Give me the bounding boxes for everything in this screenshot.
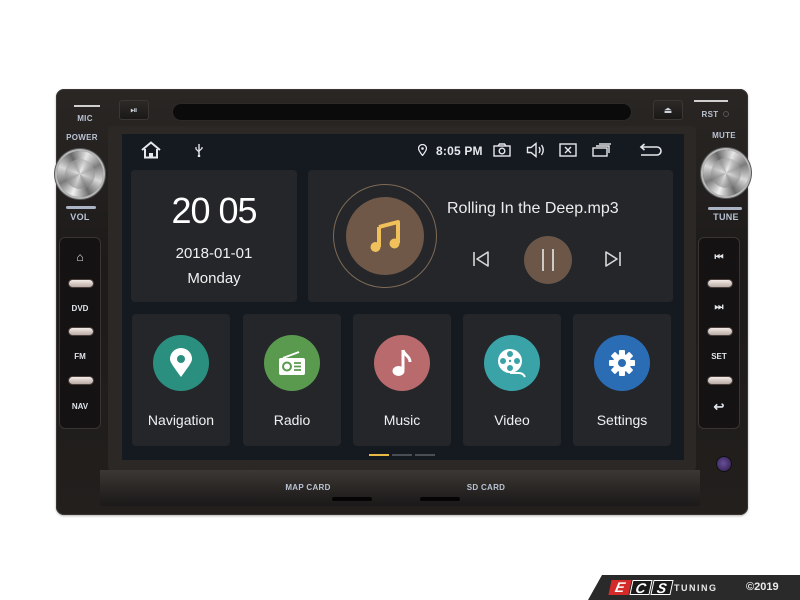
lower-bezel <box>100 470 700 506</box>
film-reel-icon <box>498 349 526 378</box>
touch-screen: 8:05 PM 20 05 2018-01-01 Monday Rolling … <box>122 134 684 460</box>
clock-date: 2018-01-01 <box>175 245 253 262</box>
tune-arc <box>708 207 742 210</box>
set-button[interactable]: SET <box>699 352 739 361</box>
prev-track-button[interactable]: ⏮ <box>699 252 739 263</box>
next-track-icon: ⏭ <box>714 302 724 313</box>
map-card-label: MAP CARD <box>285 483 331 492</box>
volume-knob[interactable] <box>57 151 103 197</box>
page-dot-active[interactable] <box>369 454 389 456</box>
mic-indicator <box>74 105 100 107</box>
watermark-copyright: ©2019 <box>746 581 779 593</box>
next-button[interactable] <box>600 246 626 272</box>
play-pause-button[interactable]: ⏯ <box>119 100 149 120</box>
gear-icon <box>609 350 635 376</box>
right-pill-1 <box>708 280 732 287</box>
watermark-tuning: TUNING <box>674 583 718 593</box>
usb-icon <box>195 144 203 157</box>
tune-knob[interactable] <box>703 150 749 196</box>
skip-next-icon <box>605 251 621 267</box>
skip-previous-icon <box>473 251 489 267</box>
status-bar: 8:05 PM <box>122 134 684 166</box>
music-widget[interactable]: Rolling In the Deep.mp3 <box>308 170 673 302</box>
app-video[interactable]: Video <box>463 314 561 446</box>
radio-icon <box>279 351 305 375</box>
previous-button[interactable] <box>468 246 494 272</box>
back-icon: ↩ <box>713 399 725 414</box>
watermark-letter-s: S <box>650 580 674 596</box>
track-title: Rolling In the Deep.mp3 <box>447 200 619 217</box>
clock-time: 20 05 <box>171 190 257 231</box>
clock-weekday: Monday <box>187 270 241 287</box>
clock-widget[interactable]: 20 05 2018-01-01 Monday <box>131 170 297 302</box>
left-button-panel: ⌂ DVD FM NAV <box>59 237 101 429</box>
left-pill-1 <box>69 280 93 287</box>
app-music[interactable]: Music <box>353 314 451 446</box>
home-hard-button[interactable]: ⌂ <box>60 250 100 264</box>
close-window-icon[interactable] <box>559 143 577 157</box>
fm-button[interactable]: FM <box>60 352 100 361</box>
sd-card-slot[interactable] <box>420 497 460 501</box>
tune-label: TUNE <box>713 212 739 222</box>
recent-apps-icon[interactable] <box>592 143 612 157</box>
ecs-tuning-watermark: E C S TUNING ©2019 <box>588 575 800 600</box>
right-pill-3 <box>708 377 732 384</box>
volume-icon[interactable] <box>526 142 546 158</box>
back-icon[interactable] <box>639 143 663 157</box>
status-time: 8:05 PM <box>436 144 483 158</box>
previous-track-icon: ⏮ <box>714 252 724 263</box>
app-navigation[interactable]: Navigation <box>132 314 230 446</box>
app-icon-circle <box>374 335 430 391</box>
music-note-icon <box>392 349 412 376</box>
eject-icon: ⏏ <box>663 104 673 115</box>
rst-label: RST <box>701 110 719 119</box>
page-dot[interactable] <box>415 454 435 456</box>
mute-label: MUTE <box>712 131 736 140</box>
left-pill-3 <box>69 377 93 384</box>
vol-label: VOL <box>70 212 90 222</box>
dvd-button[interactable]: DVD <box>60 304 100 313</box>
app-label: Settings <box>596 412 648 428</box>
app-label: Navigation <box>147 412 215 428</box>
home-icon[interactable] <box>140 141 162 159</box>
app-icon-circle <box>264 335 320 391</box>
play-pause-icon: ⏯ <box>130 104 138 115</box>
next-track-button[interactable]: ⏭ <box>699 302 739 313</box>
app-icon-circle <box>484 335 540 391</box>
sd-card-label: SD CARD <box>466 483 506 492</box>
back-hard-button[interactable]: ↩ <box>699 399 739 415</box>
left-pill-2 <box>69 328 93 335</box>
right-pill-2 <box>708 328 732 335</box>
pause-button[interactable] <box>524 236 572 284</box>
camera-icon[interactable] <box>493 143 511 157</box>
map-pin-icon <box>170 348 192 377</box>
app-label: Video <box>494 412 530 428</box>
watermark-letter-e: E <box>608 579 632 595</box>
mic-label: MIC <box>77 114 93 123</box>
dvd-slot <box>172 103 632 121</box>
app-radio[interactable]: Radio <box>243 314 341 446</box>
map-card-slot[interactable] <box>332 497 372 501</box>
app-settings[interactable]: Settings <box>573 314 671 446</box>
app-label: Music <box>383 412 421 428</box>
app-label: Radio <box>273 412 311 428</box>
pause-icon <box>542 249 554 271</box>
ir-sensor <box>716 456 732 472</box>
app-icon-circle <box>153 335 209 391</box>
vol-arc <box>66 206 96 209</box>
power-label: POWER <box>66 133 98 142</box>
watermark-letter-c: C <box>629 580 653 596</box>
location-icon <box>418 144 427 156</box>
music-note-icon <box>370 220 400 252</box>
app-icon-circle <box>594 335 650 391</box>
eject-button[interactable]: ⏏ <box>653 100 683 120</box>
nav-button[interactable]: NAV <box>60 402 100 411</box>
reset-button[interactable] <box>723 111 729 117</box>
home-icon: ⌂ <box>76 250 84 264</box>
rst-indicator <box>694 100 728 102</box>
right-button-panel: ⏮ ⏭ SET ↩ <box>698 237 740 429</box>
album-art[interactable] <box>346 197 424 275</box>
page-dot[interactable] <box>392 454 412 456</box>
